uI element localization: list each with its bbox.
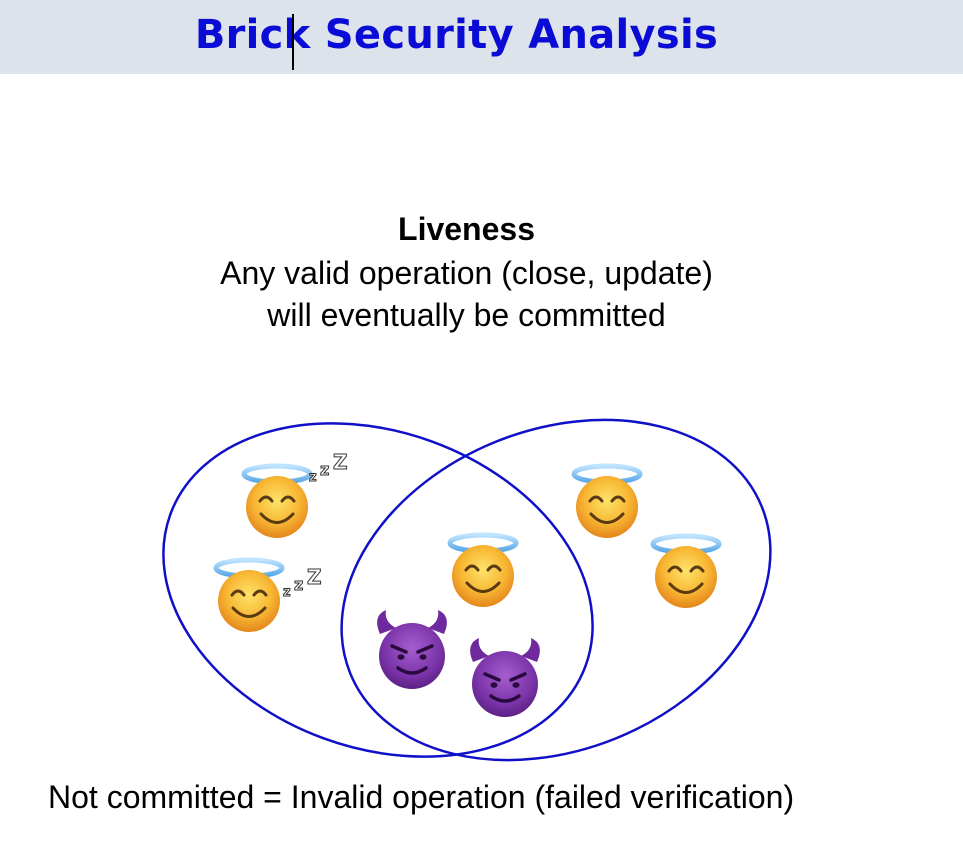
left-set-ellipse <box>162 422 594 758</box>
sleeping-zzz-icon <box>282 564 323 601</box>
sleeping-zzz-icon <box>308 449 349 486</box>
footer-note: Not committed = Invalid operation (faile… <box>48 779 795 815</box>
smiling-face-with-halo-icon <box>244 466 310 538</box>
smiling-devil-icon <box>375 608 449 691</box>
smiling-devil-icon <box>468 636 542 719</box>
smiling-face-with-halo-icon <box>653 536 719 608</box>
smiling-face-with-halo-icon <box>450 535 516 607</box>
smiling-face-with-halo-icon <box>574 466 640 538</box>
smiling-face-with-halo-icon <box>216 560 282 632</box>
venn-diagram: z z Z <box>162 418 772 762</box>
